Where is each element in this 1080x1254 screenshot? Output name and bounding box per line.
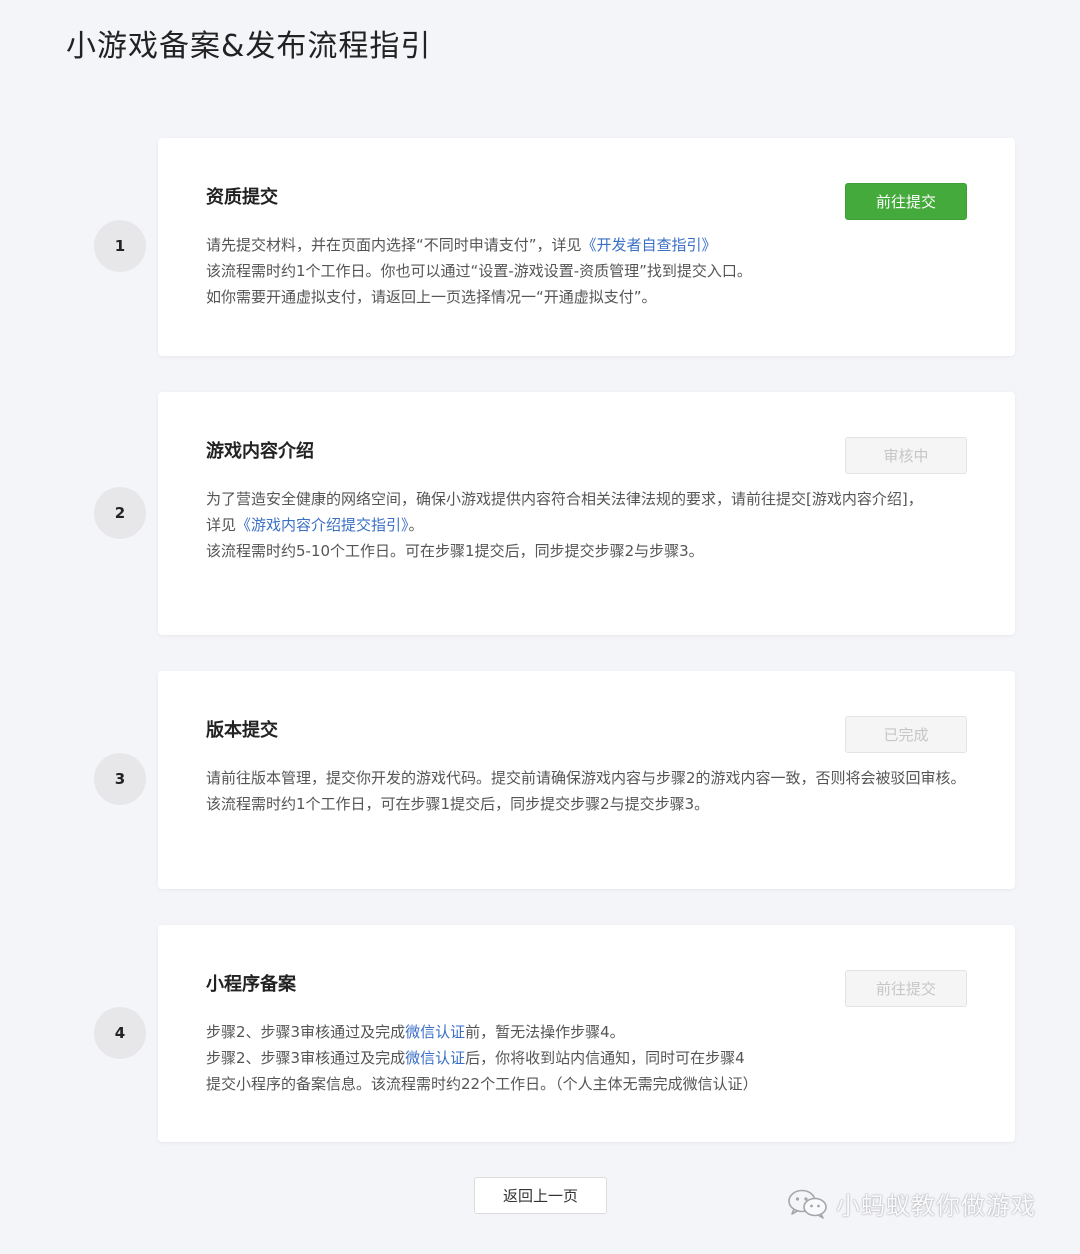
description-line: 提交小程序的备案信息。该流程需时约22个工作日。（个人主体无需完成微信认证） — [206, 1075, 758, 1093]
description-line: 步骤2、步骤3审核通过及完成微信认证前，暂无法操作步骤4。 — [206, 1019, 966, 1045]
description-text: 前，暂无法操作步骤4。 — [465, 1023, 625, 1041]
step-title: 小程序备案 — [206, 974, 296, 995]
step-description: 请前往版本管理，提交你开发的游戏代码。提交前请确保游戏内容与步骤2的游戏内容一致… — [206, 765, 966, 817]
step-card-game-content: 游戏内容介绍 审核中 为了营造安全健康的网络空间，确保小游戏提供内容符合相关法律… — [158, 392, 1015, 635]
description-text: 后，你将收到站内信通知，同时可在步骤4 — [465, 1049, 745, 1067]
watermark: 小蚂蚁教你做游戏 — [786, 1186, 1036, 1221]
step-description: 请先提交材料，并在页面内选择“不同时申请支付”，详见《开发者自查指引》 该流程需… — [206, 232, 966, 310]
step-title: 游戏内容介绍 — [206, 441, 314, 462]
description-text: 步骤2、步骤3审核通过及完成 — [206, 1023, 406, 1041]
step-card-qualification: 资质提交 前往提交 请先提交材料，并在页面内选择“不同时申请支付”，详见《开发者… — [158, 138, 1015, 356]
description-line: 请先提交材料，并在页面内选择“不同时申请支付”，详见《开发者自查指引》 — [206, 232, 966, 258]
description-line: 请前往版本管理，提交你开发的游戏代码。提交前请确保游戏内容与步骤2的游戏内容一致… — [206, 769, 966, 787]
submit-qualification-button[interactable]: 前往提交 — [845, 183, 967, 220]
step-number-badge: 3 — [94, 753, 146, 805]
watermark-text: 小蚂蚁教你做游戏 — [836, 1192, 1036, 1220]
page-title: 小游戏备案&发布流程指引 — [66, 29, 432, 64]
step-card-mini-program-filing: 小程序备案 前往提交 步骤2、步骤3审核通过及完成微信认证前，暂无法操作步骤4。… — [158, 925, 1015, 1142]
description-line: 如你需要开通虚拟支付，请返回上一页选择情况一“开通虚拟支付”。 — [206, 288, 657, 306]
step-number-badge: 2 — [94, 487, 146, 539]
step-number-badge: 4 — [94, 1007, 146, 1059]
step-card-version-submit: 版本提交 已完成 请前往版本管理，提交你开发的游戏代码。提交前请确保游戏内容与步… — [158, 671, 1015, 889]
under-review-button[interactable]: 审核中 — [845, 437, 967, 474]
description-line: 步骤2、步骤3审核通过及完成微信认证后，你将收到站内信通知，同时可在步骤4 — [206, 1045, 966, 1071]
description-line: 详见《游戏内容介绍提交指引》。 — [206, 512, 946, 538]
description-text: 详见 — [206, 516, 237, 534]
step-description: 为了营造安全健康的网络空间，确保小游戏提供内容符合相关法律法规的要求，请前往提交… — [206, 486, 946, 564]
description-line: 为了营造安全健康的网络空间，确保小游戏提供内容符合相关法律法规的要求，请前往提交… — [206, 490, 923, 508]
description-text: 步骤2、步骤3审核通过及完成 — [206, 1049, 406, 1067]
step-title: 版本提交 — [206, 720, 278, 741]
wechat-verify-link[interactable]: 微信认证 — [405, 1023, 465, 1041]
game-content-guide-link[interactable]: 《游戏内容介绍提交指引》 — [236, 516, 409, 534]
description-line: 该流程需时约1个工作日。你也可以通过“设置-游戏设置-资质管理”找到提交入口。 — [206, 262, 752, 280]
wechat-verify-link[interactable]: 微信认证 — [405, 1049, 465, 1067]
description-line: 该流程需时约5-10个工作日。可在步骤1提交后，同步提交步骤2与步骤3。 — [206, 542, 704, 560]
step-title: 资质提交 — [206, 187, 278, 208]
back-button[interactable]: 返回上一页 — [474, 1177, 607, 1214]
completed-button[interactable]: 已完成 — [845, 716, 967, 753]
step-number-badge: 1 — [94, 220, 146, 272]
step-description: 步骤2、步骤3审核通过及完成微信认证前，暂无法操作步骤4。 步骤2、步骤3审核通… — [206, 1019, 966, 1097]
description-text: 请先提交材料，并在页面内选择“不同时申请支付”，详见 — [206, 236, 582, 254]
developer-guide-link[interactable]: 《开发者自查指引》 — [582, 236, 717, 254]
description-text: 。 — [408, 516, 424, 534]
submit-filing-button[interactable]: 前往提交 — [845, 970, 967, 1007]
wechat-icon — [788, 1189, 827, 1219]
description-line: 该流程需时约1个工作日，可在步骤1提交后，同步提交步骤2与提交步骤3。 — [206, 795, 710, 813]
